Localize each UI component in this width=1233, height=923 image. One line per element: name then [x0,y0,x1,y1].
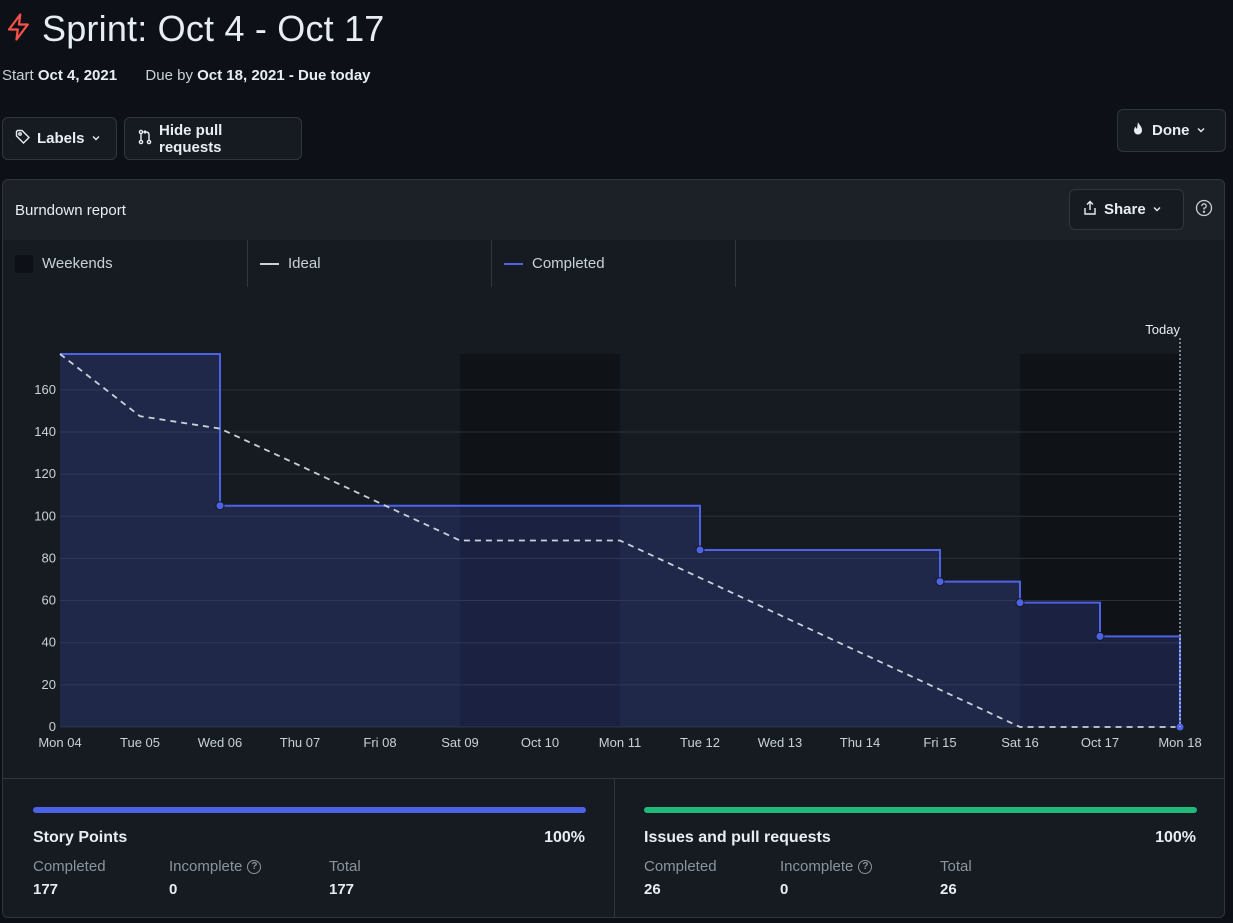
issues-title: Issues and pull requests [644,829,831,846]
lightning-icon [4,12,34,47]
x-tick-label: Sat 16 [1001,735,1039,750]
issues-incomplete-label: Incomplete ? [780,858,873,875]
x-tick-label: Oct 17 [1081,735,1119,750]
done-button[interactable]: Done [1117,109,1226,152]
share-button[interactable]: Share [1069,189,1184,230]
chevron-down-icon [1152,201,1162,218]
y-tick-label: 140 [34,424,56,439]
chart-legend: Weekends Ideal Completed [3,240,1224,288]
start-date: Oct 4, 2021 [37,67,118,84]
issues-total-value: 26 [940,881,957,898]
story-points-progress-bar [33,807,586,813]
story-points-incomplete-text: Incomplete [169,858,243,875]
share-button-label: Share [1104,201,1146,218]
x-tick-label: Fri 15 [923,735,956,750]
x-tick-label: Thu 14 [840,735,880,750]
labels-button-label: Labels [37,130,85,147]
today-label: Today [1145,322,1180,337]
x-tick-label: Fri 08 [363,735,396,750]
x-tick-label: Tue 12 [680,735,720,750]
y-tick-label: 60 [42,593,56,608]
done-button-label: Done [1152,122,1190,139]
legend-weekends-label: Weekends [42,255,113,272]
story-points-title: Story Points [33,829,128,846]
story-points-completed-label: Completed [33,858,106,875]
story-points-total-label: Total [329,858,361,875]
page-title: Sprint: Oct 4 - Oct 17 [42,8,385,49]
help-icon[interactable]: ? [247,859,262,874]
help-icon[interactable]: ? [858,859,873,874]
issues-track [644,807,1197,813]
hide-pull-requests-label: Hide pull requests [159,121,223,156]
share-icon [1082,200,1098,220]
page-header: Sprint: Oct 4 - Oct 17 [4,8,385,50]
due-label: Due by [145,67,193,84]
burndown-chart-svg: 0 20 40 60 80 100 120 140 160 Mon 04 Tue 05 Wed 06 T… [34,322,1201,750]
due-date: Oct 18, 2021 - Due today [197,67,371,84]
y-tick-label: 120 [34,466,56,481]
story-points-card: Story Points 100% Completed Incomplete ?… [3,779,615,917]
legend-ideal-label: Ideal [288,255,321,272]
issues-incomplete-value: 0 [780,881,789,898]
story-points-incomplete-label: Incomplete ? [169,858,262,875]
x-tick-label: Tue 05 [120,735,160,750]
story-points-completed-value: 177 [33,881,59,898]
issues-incomplete-text: Incomplete [780,858,854,875]
x-tick-label: Mon 04 [38,735,81,750]
labels-button[interactable]: Labels [2,117,117,160]
issues-progress-bar [644,807,1197,813]
x-tick-label: Oct 10 [521,735,559,750]
y-tick-label: 0 [49,719,56,734]
legend-item-completed[interactable]: Completed [492,240,736,287]
story-points-incomplete-value: 0 [169,881,178,898]
story-points-track [33,807,586,813]
completed-data-point [1095,631,1105,641]
issues-percent: 100% [1155,829,1196,846]
flame-icon [1130,121,1146,141]
issues-completed-value: 26 [644,881,661,898]
issues-completed-label: Completed [644,858,717,875]
legend-item-weekends[interactable]: Weekends [3,240,248,287]
weekends-swatch [15,254,33,273]
y-tick-label: 40 [42,635,56,650]
y-tick-label: 80 [42,550,56,565]
chevron-down-icon [91,130,101,147]
chevron-down-icon [1196,122,1206,139]
burndown-report-title: Burndown report [15,202,126,219]
completed-swatch [504,262,523,265]
stats-section: Story Points 100% Completed Incomplete ?… [3,778,1224,917]
legend-item-ideal[interactable]: Ideal [248,240,492,287]
completed-data-point [1015,598,1025,608]
completed-data-point [935,577,945,587]
legend-completed-label: Completed [532,255,605,272]
burndown-panel-header: Burndown report Share [3,180,1224,241]
x-tick-label: Sat 09 [441,735,479,750]
sprint-dates: Start Oct 4, 2021 Due by Oct 18, 2021 - … [2,67,371,84]
start-label: Start [2,67,34,84]
story-points-total-value: 177 [329,881,355,898]
ideal-swatch [260,262,279,265]
y-tick-label: 100 [34,508,56,523]
burndown-chart: 0 20 40 60 80 100 120 140 160 Mon 04 Tue 05 Wed 06 T… [3,287,1224,778]
x-tick-label: Wed 13 [758,735,803,750]
story-points-percent: 100% [544,829,585,846]
tag-icon [15,129,31,149]
completed-data-point [215,501,225,511]
hide-pull-requests-button[interactable]: Hide pull requests [124,117,302,160]
burndown-panel: Burndown report Share Weekends Ideal Com… [2,179,1225,918]
git-pull-request-icon [137,129,153,149]
y-tick-label: 20 [42,677,56,692]
completed-data-point [695,545,705,555]
x-tick-label: Wed 06 [198,735,243,750]
issues-total-label: Total [940,858,972,875]
x-tick-label: Mon 11 [599,735,641,750]
x-tick-label: Mon 18 [1158,735,1201,750]
y-tick-label: 160 [34,382,56,397]
x-tick-label: Thu 07 [280,735,320,750]
issues-card: Issues and pull requests 100% Completed … [614,779,1224,917]
help-icon[interactable] [1195,199,1213,222]
